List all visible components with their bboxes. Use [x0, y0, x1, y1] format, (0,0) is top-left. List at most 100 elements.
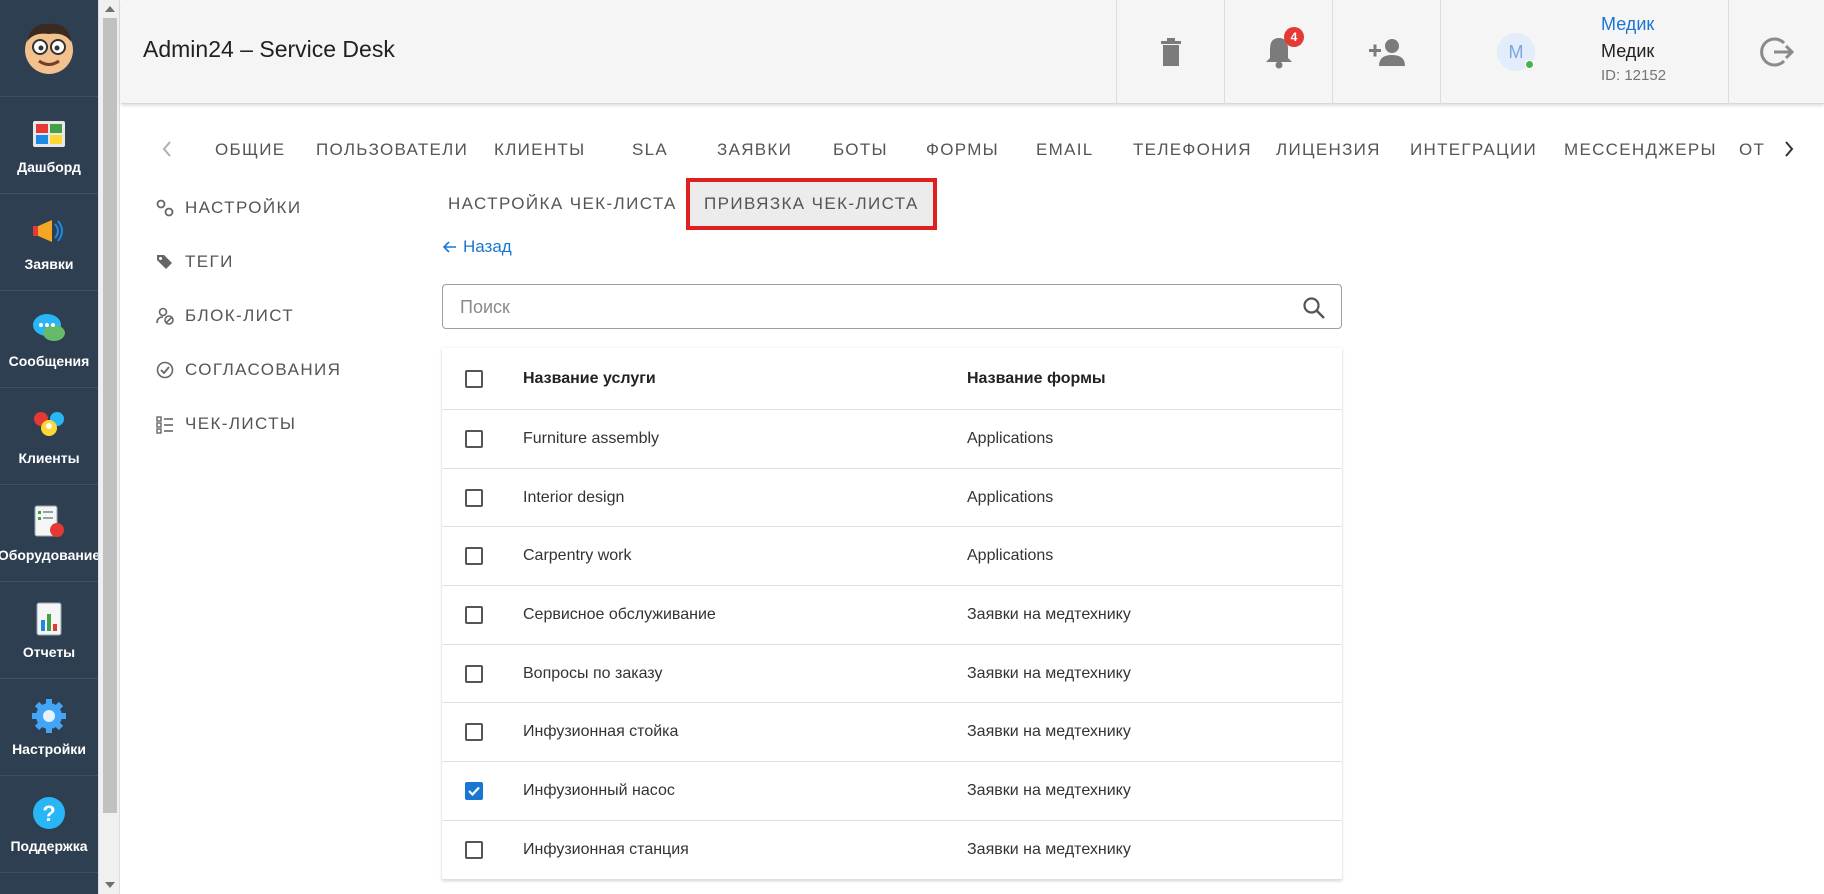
equipment-icon [34, 505, 64, 537]
column-header-service: Название услуги [523, 369, 656, 387]
table-row[interactable]: Вопросы по заказу Заявки на медтехнику [442, 645, 1342, 704]
main-sidebar: Дашборд Заявки Сообщения Клиенты Оборудо… [0, 0, 101, 894]
sidebar-item-clients[interactable]: Клиенты [0, 388, 98, 485]
page-scrollbar[interactable] [98, 0, 120, 894]
tab-sla[interactable]: SLA [632, 140, 668, 160]
subnav-block-list[interactable]: БЛОК-ЛИСТ [155, 304, 294, 328]
tab-clients[interactable]: КЛИЕНТЫ [494, 140, 585, 160]
subnav-checklists[interactable]: ЧЕК-ЛИСТЫ [155, 412, 296, 436]
trash-button[interactable] [1116, 0, 1224, 104]
search-box [442, 284, 1342, 329]
tab-checklist-binding[interactable]: ПРИВЯЗКА ЧЕК-ЛИСТА [686, 178, 937, 230]
logo-face-icon [25, 23, 73, 74]
table-row[interactable]: Сервисное обслуживание Заявки на медтехни… [442, 586, 1342, 645]
logout-icon [1759, 37, 1794, 67]
tabs-scroll-left-button[interactable] [152, 134, 182, 164]
service-name-cell: Инфузионная стойка [523, 723, 679, 741]
select-all-checkbox[interactable] [465, 369, 483, 388]
sidebar-item-label: Оборудование [0, 547, 101, 563]
top-header: Admin24 – Service Desk 4 М Медик Медик I… [121, 0, 1824, 104]
table-row[interactable]: Interior design Applications [442, 469, 1342, 528]
notifications-button[interactable]: 4 [1224, 0, 1332, 104]
online-status-dot [1525, 60, 1534, 69]
sidebar-item-requests[interactable]: Заявки [0, 194, 98, 291]
tab-email[interactable]: EMAIL [1036, 140, 1094, 160]
checklist-icon [156, 416, 173, 434]
sidebar-item-dashboard[interactable]: Дашборд [0, 97, 98, 194]
form-name-cell: Заявки на медтехнику [967, 781, 1131, 799]
tab-telephony[interactable]: ТЕЛЕФОНИЯ [1133, 140, 1252, 160]
form-name-cell: Applications [967, 488, 1054, 506]
tabs-scroll-right-button[interactable] [1774, 134, 1804, 164]
gear-icon [32, 699, 66, 733]
scrollbar-thumb[interactable] [103, 18, 117, 813]
service-name-cell: Инфузионная станция [523, 840, 689, 858]
user-profile[interactable]: М Медик Медик ID: 12152 [1440, 0, 1728, 104]
clients-icon [34, 412, 64, 436]
row-checkbox[interactable] [465, 723, 483, 742]
trash-icon [1160, 38, 1181, 66]
row-checkbox[interactable] [465, 429, 483, 448]
service-name-cell: Furniture assembly [523, 429, 660, 447]
sidebar-item-settings[interactable]: Настройки [0, 679, 98, 776]
row-checkbox[interactable] [465, 664, 483, 683]
sidebar-item-label: Клиенты [18, 450, 80, 466]
tab-bots[interactable]: БОТЫ [833, 140, 888, 160]
add-user-button[interactable] [1332, 0, 1440, 104]
search-input[interactable] [460, 295, 1280, 319]
subnav-approvals[interactable]: СОГЛАСОВАНИЯ [155, 358, 341, 382]
back-link[interactable]: Назад [443, 237, 512, 257]
scroll-up-arrow-icon[interactable] [105, 6, 115, 12]
check-circle-icon [156, 361, 174, 379]
sidebar-item-equipment[interactable]: Оборудование [0, 485, 101, 582]
search-icon[interactable] [1301, 295, 1327, 321]
settings-tabs-bar: ОБЩИЕ ПОЛЬЗОВАТЕЛИ КЛИЕНТЫ SLA ЗАЯВКИ БО… [121, 128, 1824, 172]
table-row[interactable]: Furniture assembly Applications [442, 410, 1342, 469]
subnav-label: СОГЛАСОВАНИЯ [185, 360, 342, 379]
subnav-label: ТЕГИ [185, 252, 234, 271]
tab-checklist-setup[interactable]: НАСТРОЙКА ЧЕК-ЛИСТА [430, 178, 695, 230]
table-row[interactable]: Инфузионная стойка Заявки на медтехнику [442, 703, 1342, 763]
row-checkbox[interactable] [465, 781, 483, 800]
subnav-label: БЛОК-ЛИСТ [185, 306, 295, 325]
tab-integrations[interactable]: ИНТЕГРАЦИИ [1410, 140, 1537, 160]
table-row[interactable]: Инфузионный насос Заявки на медтехнику [442, 762, 1342, 821]
table-row[interactable]: Carpentry work Applications [442, 527, 1342, 587]
row-checkbox[interactable] [465, 547, 483, 566]
chat-icon [33, 314, 65, 341]
sidebar-item-label: Заявки [24, 256, 74, 272]
sidebar-item-support[interactable]: ? Поддержка [0, 776, 98, 873]
scroll-down-arrow-icon[interactable] [105, 882, 115, 888]
tab-license[interactable]: ЛИЦЕНЗИЯ [1276, 140, 1381, 160]
services-table: Название услуги Название формы Furniture… [442, 348, 1342, 880]
column-header-form: Название формы [967, 369, 1106, 387]
tab-requests[interactable]: ЗАЯВКИ [717, 140, 792, 160]
tab-truncated[interactable]: ОТ [1739, 140, 1771, 160]
notification-badge: 4 [1284, 27, 1304, 47]
row-checkbox[interactable] [465, 488, 483, 507]
row-checkbox[interactable] [465, 605, 483, 624]
back-link-label: Назад [463, 237, 512, 256]
service-name-cell: Сервисное обслуживание [523, 605, 716, 623]
app-title: Admin24 – Service Desk [143, 36, 395, 62]
svg-text:?: ? [42, 801, 55, 826]
help-icon: ? [33, 797, 65, 829]
tab-forms[interactable]: ФОРМЫ [926, 140, 999, 160]
subnav-settings[interactable]: НАСТРОЙКИ [155, 196, 301, 220]
tab-general[interactable]: ОБЩИЕ [215, 140, 285, 160]
row-checkbox[interactable] [465, 840, 483, 859]
avatar-logo[interactable] [0, 0, 98, 97]
sidebar-item-messages[interactable]: Сообщения [0, 291, 98, 388]
user-link[interactable]: Медик [1601, 14, 1654, 35]
chevron-left-icon [162, 141, 171, 157]
sidebar-item-reports[interactable]: Отчеты [0, 582, 98, 679]
table-row[interactable]: Инфузионная станция Заявки на медтехнику [442, 821, 1342, 880]
service-name-cell: Вопросы по заказу [523, 664, 663, 682]
subnav-tags[interactable]: ТЕГИ [155, 250, 234, 274]
sidebar-item-label: Отчеты [22, 644, 76, 660]
table-header-row: Название услуги Название формы [442, 348, 1342, 410]
tab-users[interactable]: ПОЛЬЗОВАТЕЛИ [316, 140, 468, 160]
tab-messengers[interactable]: МЕССЕНДЖЕРЫ [1564, 140, 1717, 160]
logout-button[interactable] [1728, 0, 1824, 104]
tag-icon [157, 255, 172, 269]
